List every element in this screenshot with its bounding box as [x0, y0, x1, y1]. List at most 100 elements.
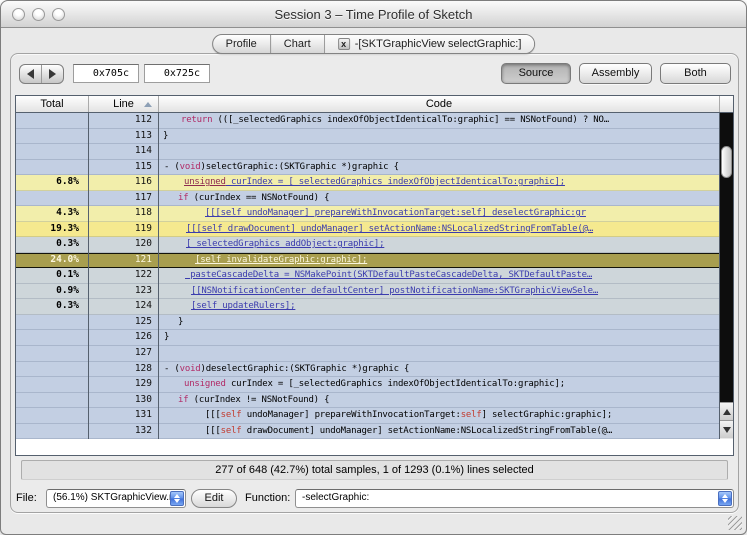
line-number-cell: 120 — [89, 237, 159, 253]
code-cell: [[[self undoManager] prepareWithInvocati… — [159, 408, 721, 424]
function-popup-value: -selectGraphic: — [302, 492, 370, 503]
total-percent-cell: 0.3% — [16, 299, 89, 315]
line-number-cell: 121 — [89, 252, 159, 269]
code-cell: - (void)selectGraphic:(SKTGraphic *)grap… — [159, 159, 721, 176]
total-percent-cell — [16, 159, 89, 176]
tab-selected-function-label: -[SKTGraphicView selectGraphic:] — [354, 38, 522, 50]
file-popup[interactable]: (56.1%) SKTGraphicView.m — [46, 489, 186, 508]
line-number-cell: 126 — [89, 330, 159, 346]
header-scrollbar-corner — [720, 96, 733, 112]
line-number-cell: 113 — [89, 128, 159, 145]
resize-grip[interactable] — [728, 516, 742, 530]
code-cell: if (curIndex == NSNotFound) { — [159, 190, 721, 207]
total-percent-cell — [16, 392, 89, 409]
code-cell: unsigned curIndex = [_selectedGraphics i… — [159, 175, 721, 191]
session-tab-bar: Profile Chart x -[SKTGraphicView selectG… — [211, 34, 536, 54]
back-arrow-icon — [27, 69, 34, 79]
close-window-button[interactable] — [12, 8, 25, 21]
code-cell: [[NSNotificationCenter defaultCenter] po… — [159, 283, 721, 300]
total-percent-cell: 6.8% — [16, 175, 89, 191]
code-row[interactable]: 19.3% 119 [[[self drawDocument] undoManage… — [16, 221, 721, 238]
total-percent-cell: 0.1% — [16, 268, 89, 284]
tab-chart-label: Chart — [283, 38, 311, 50]
tab-chart[interactable]: Chart — [271, 35, 325, 53]
code-cell: [[[self drawDocument] undoManager] setAc… — [159, 221, 721, 238]
back-button[interactable] — [20, 65, 41, 83]
line-number-cell: 131 — [89, 408, 159, 424]
code-cell: _pasteCascadeDelta = NSMakePoint(SKTDefa… — [159, 268, 721, 284]
file-popup-value: (56.1%) SKTGraphicView.m — [53, 492, 178, 503]
total-percent-cell — [16, 128, 89, 145]
scrollbar-thumb[interactable] — [721, 146, 732, 178]
code-row[interactable]: 24.0% 121 [self invalidateGraphic:graphic]… — [16, 252, 721, 269]
total-percent-cell: 0.3% — [16, 237, 89, 253]
title-bar[interactable]: Session 3 – Time Profile of Sketch — [1, 1, 746, 28]
view-assembly-button[interactable]: Assembly — [579, 63, 652, 84]
code-cell: } — [159, 330, 721, 346]
tab-selected-function[interactable]: x -[SKTGraphicView selectGraphic:] — [324, 35, 535, 53]
code-row[interactable]: 125} — [16, 314, 721, 331]
code-row[interactable]: 0.3% 120 [_selectedGraphics addObject:grap… — [16, 237, 721, 253]
address-start-field[interactable]: 0x705c — [73, 64, 139, 83]
total-percent-cell — [16, 314, 89, 331]
line-number-cell: 123 — [89, 283, 159, 300]
total-percent-cell — [16, 190, 89, 207]
code-table-body: 112 return (([_selectedGraphics indexOfOb… — [16, 113, 721, 440]
code-row[interactable]: 0.9% 123 [[NSNotificationCenter defaultCen… — [16, 283, 721, 300]
code-row[interactable]: 128- (void)deselectGraphic:(SKTGraphic *… — [16, 361, 721, 378]
code-cell: [_selectedGraphics addObject:graphic]; — [159, 237, 721, 253]
total-percent-cell: 0.9% — [16, 283, 89, 300]
code-row[interactable]: 130 if (curIndex != NSNotFound) { — [16, 392, 721, 409]
column-header-total[interactable]: Total — [16, 96, 89, 112]
code-cell: unsigned curIndex = [_selectedGraphics i… — [159, 377, 721, 393]
code-row[interactable]: 112 return (([_selectedGraphics indexOfOb… — [16, 113, 721, 129]
forward-button[interactable] — [41, 65, 63, 83]
address-end-field[interactable]: 0x725c — [144, 64, 210, 83]
scroll-down-button[interactable] — [720, 420, 733, 438]
code-cell: [self invalidateGraphic:graphic]; — [159, 252, 721, 269]
code-row[interactable]: 4.3% 118 [[[self undoManager] prepareWithI… — [16, 206, 721, 222]
code-row[interactable]: 131 [[[self undoManager] prepareWithInvoc… — [16, 408, 721, 424]
file-label: File: — [16, 492, 37, 504]
tab-profile[interactable]: Profile — [213, 35, 271, 53]
line-number-cell: 119 — [89, 221, 159, 238]
code-cell: - (void)deselectGraphic:(SKTGraphic *)gr… — [159, 361, 721, 378]
code-cell: [[[self drawDocument] undoManager] setAc… — [159, 423, 721, 440]
line-number-cell: 115 — [89, 159, 159, 176]
code-row[interactable]: 126} — [16, 330, 721, 346]
code-row[interactable]: 6.8% 116 unsigned curIndex = [_selectedGra… — [16, 175, 721, 191]
forward-arrow-icon — [49, 69, 56, 79]
column-header-line[interactable]: Line — [89, 96, 159, 112]
tab-profile-label: Profile — [225, 38, 257, 50]
history-nav-control — [19, 64, 64, 84]
window-title: Session 3 – Time Profile of Sketch — [274, 7, 473, 22]
code-row[interactable]: 115- (void)selectGraphic:(SKTGraphic *)g… — [16, 159, 721, 176]
code-row[interactable]: 132 [[[self drawDocument] undoManager] se… — [16, 423, 721, 440]
view-both-button[interactable]: Both — [660, 63, 731, 84]
scroll-up-icon — [722, 408, 731, 415]
popup-arrow-icon — [718, 491, 732, 506]
profile-code-table: Total Line Code 112 return (([_selectedGr… — [15, 95, 734, 456]
code-row[interactable]: 127 — [16, 345, 721, 362]
function-popup[interactable]: -selectGraphic: — [295, 489, 734, 508]
code-row[interactable]: 0.3% 124 [self updateRulers]; — [16, 299, 721, 315]
code-row[interactable]: 117 if (curIndex == NSNotFound) { — [16, 190, 721, 207]
code-row[interactable]: 113} — [16, 128, 721, 145]
edit-button[interactable]: Edit — [191, 489, 237, 508]
line-number-cell: 128 — [89, 361, 159, 378]
line-number-cell: 129 — [89, 377, 159, 393]
minimize-window-button[interactable] — [32, 8, 45, 21]
line-number-cell: 117 — [89, 190, 159, 207]
code-row[interactable]: 0.1% 122 _pasteCascadeDelta = NSMakePoint(… — [16, 268, 721, 284]
scroll-up-button[interactable] — [720, 402, 733, 420]
close-icon[interactable]: x — [337, 38, 350, 50]
vertical-scrollbar[interactable] — [719, 113, 733, 439]
column-header-code[interactable]: Code — [159, 96, 720, 112]
total-percent-cell — [16, 377, 89, 393]
line-number-cell: 114 — [89, 144, 159, 160]
code-row[interactable]: 129 unsigned curIndex = [_selectedGraphic… — [16, 377, 721, 393]
view-source-button[interactable]: Source — [501, 63, 571, 84]
code-row[interactable]: 114 — [16, 144, 721, 160]
total-percent-cell — [16, 408, 89, 424]
zoom-window-button[interactable] — [52, 8, 65, 21]
